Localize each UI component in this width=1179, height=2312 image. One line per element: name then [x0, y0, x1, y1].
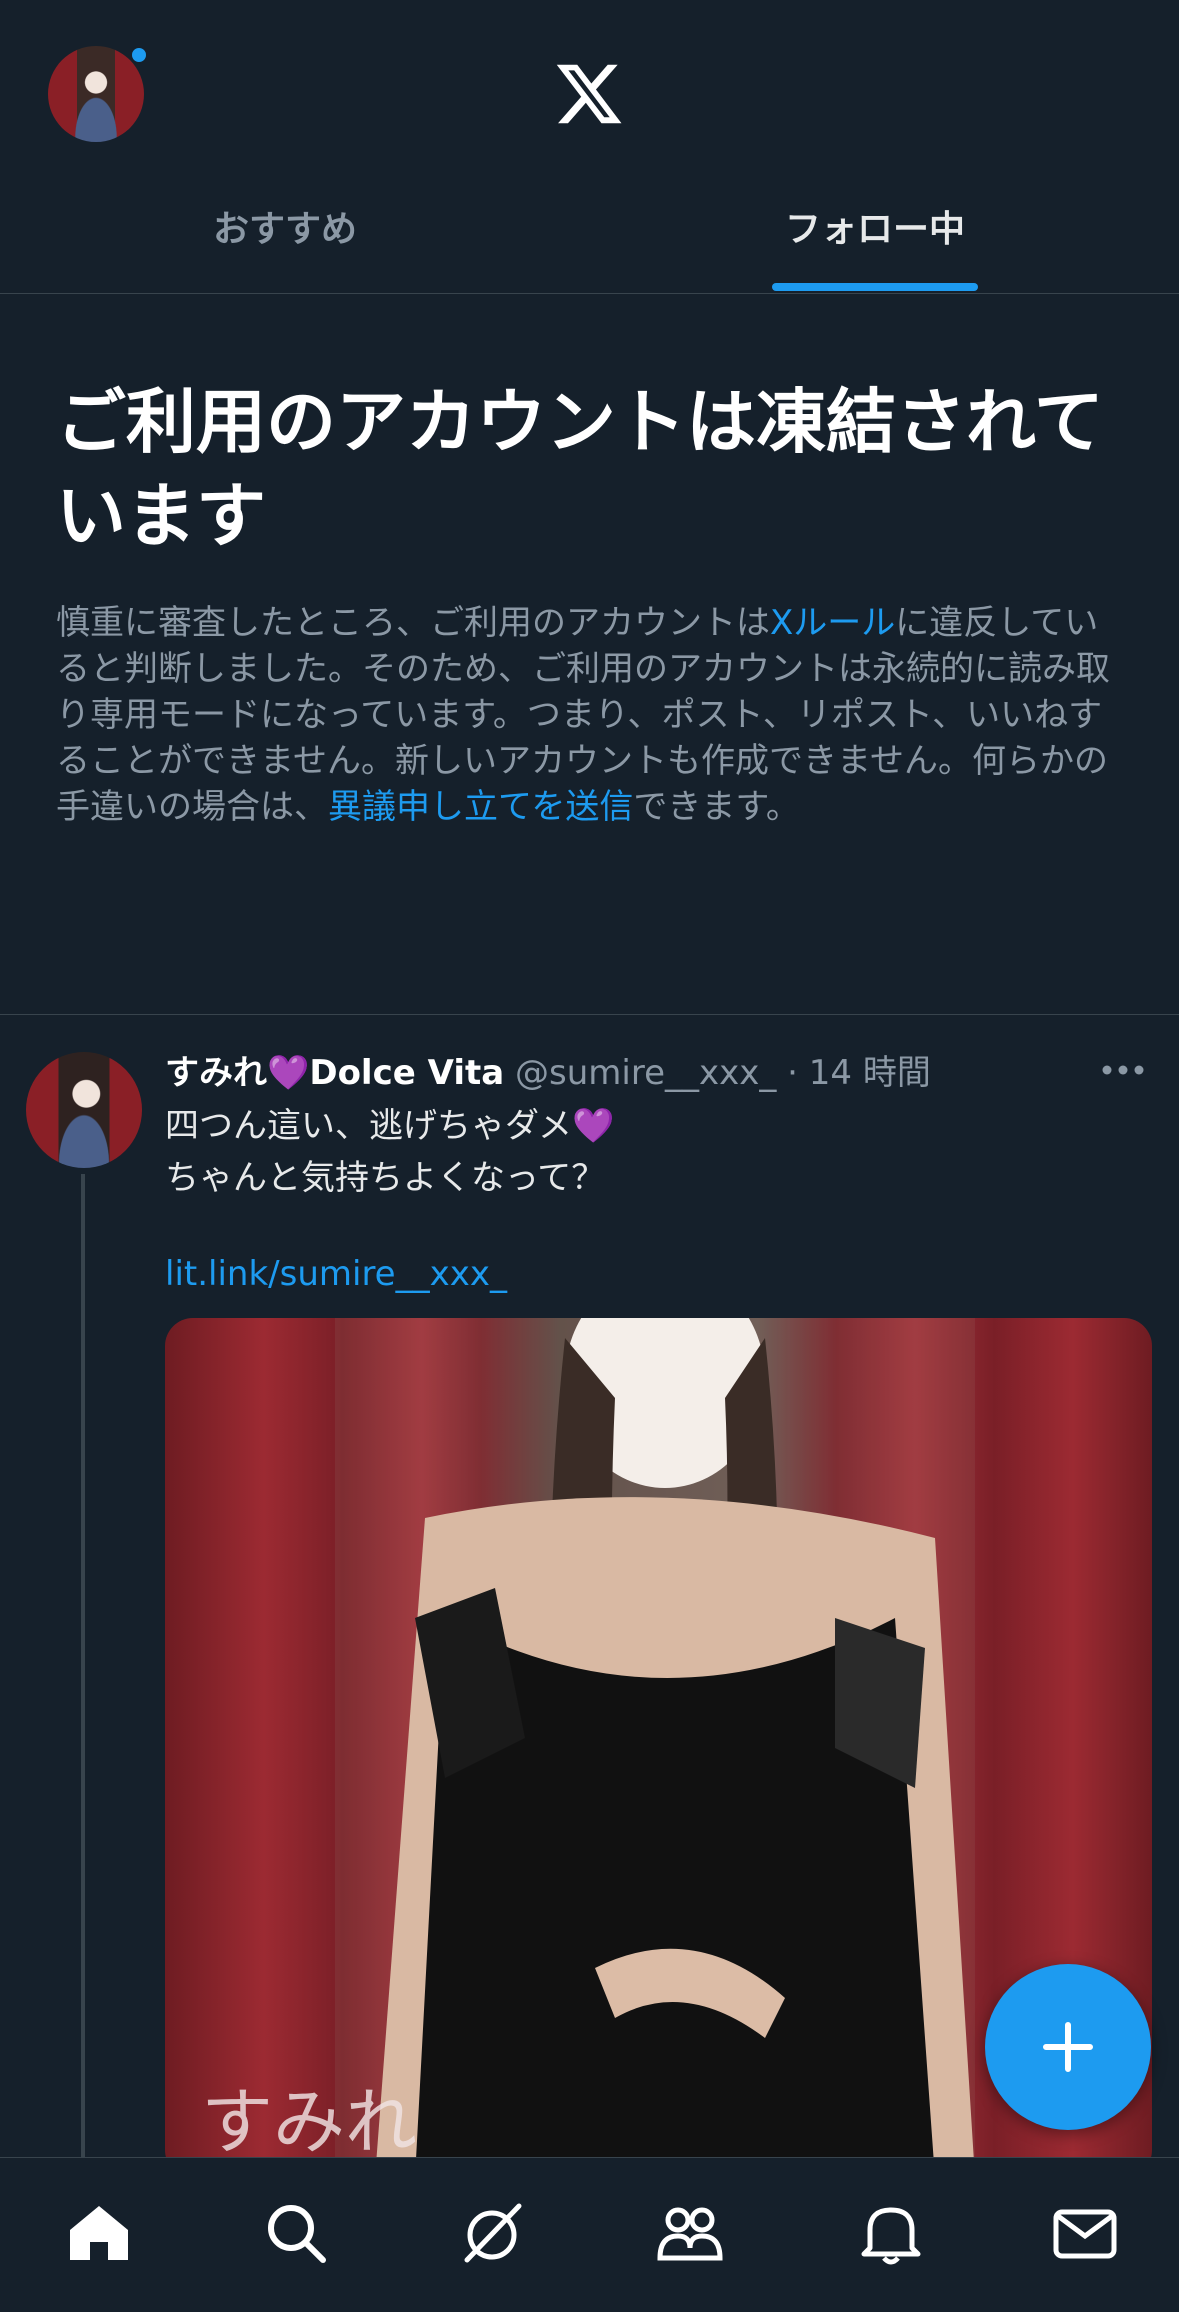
author-name[interactable]: すみれ [165, 1053, 267, 1093]
tab-recommended[interactable]: おすすめ [0, 200, 570, 260]
profile-avatar-button[interactable] [48, 46, 148, 142]
appeal-link[interactable]: 異議申し立てを送信 [328, 787, 633, 827]
notice-text: できます。 [633, 787, 800, 827]
x-rules-link[interactable]: Xルール [770, 603, 895, 643]
home-icon[interactable] [64, 2198, 134, 2268]
author-handle[interactable]: @sumire__xxx_ [515, 1053, 776, 1093]
tweet-text-line: ちゃんと気持ちよくなって？ [165, 1158, 606, 1198]
meta-separator: · [787, 1053, 798, 1093]
grok-icon[interactable] [457, 2198, 527, 2268]
media-watermark: すみれ [201, 2080, 418, 2164]
top-header: おすすめ フォロー中 [0, 0, 1179, 294]
suspension-notice: ご利用のアカウントは凍結されています 慎重に審査したところ、ご利用のアカウントは… [0, 295, 1179, 1015]
media-figure [335, 1318, 975, 2178]
x-logo-icon[interactable] [551, 58, 627, 130]
active-tab-indicator [772, 283, 978, 291]
messages-icon[interactable] [1050, 2198, 1120, 2268]
more-options-icon[interactable] [1100, 1060, 1146, 1080]
thread-line [81, 1174, 85, 2164]
plus-icon [1043, 2022, 1093, 2072]
notice-text: 慎重に審査したところ、ご利用のアカウントは [56, 603, 770, 643]
notifications-icon[interactable] [856, 2198, 926, 2268]
communities-icon[interactable] [655, 2198, 725, 2268]
tweet-author-avatar[interactable] [26, 1052, 142, 1168]
tweet-text-line: 四つん這い、逃げちゃダメ [165, 1106, 572, 1146]
search-icon[interactable] [261, 2198, 331, 2268]
notice-body: 慎重に審査したところ、ご利用のアカウントはXルールに違反していると判断しました。… [56, 600, 1126, 830]
notification-dot [130, 46, 148, 64]
tweet-time[interactable]: 14 時間 [809, 1053, 931, 1093]
purple-heart-icon: 💜 [571, 1106, 615, 1146]
bottom-navigation [0, 2157, 1179, 2312]
notice-title: ご利用のアカウントは凍結されています [56, 381, 1104, 557]
tweet[interactable]: すみれ💜Dolce Vita @sumire__xxx_ · 14 時間 四つん… [0, 1016, 1179, 2178]
purple-heart-icon: 💜 [267, 1053, 310, 1093]
tab-following[interactable]: フォロー中 [590, 200, 1160, 260]
tweet-header: すみれ💜Dolce Vita @sumire__xxx_ · 14 時間 [165, 1048, 1105, 1098]
tweet-text: 四つん這い、逃げちゃダメ💜 ちゃんと気持ちよくなって？ [165, 1100, 1145, 1204]
tweet-link[interactable]: lit.link/sumire__xxx_ [165, 1248, 507, 1300]
author-name-suffix[interactable]: Dolce Vita [309, 1053, 504, 1093]
compose-post-button[interactable] [985, 1964, 1151, 2130]
